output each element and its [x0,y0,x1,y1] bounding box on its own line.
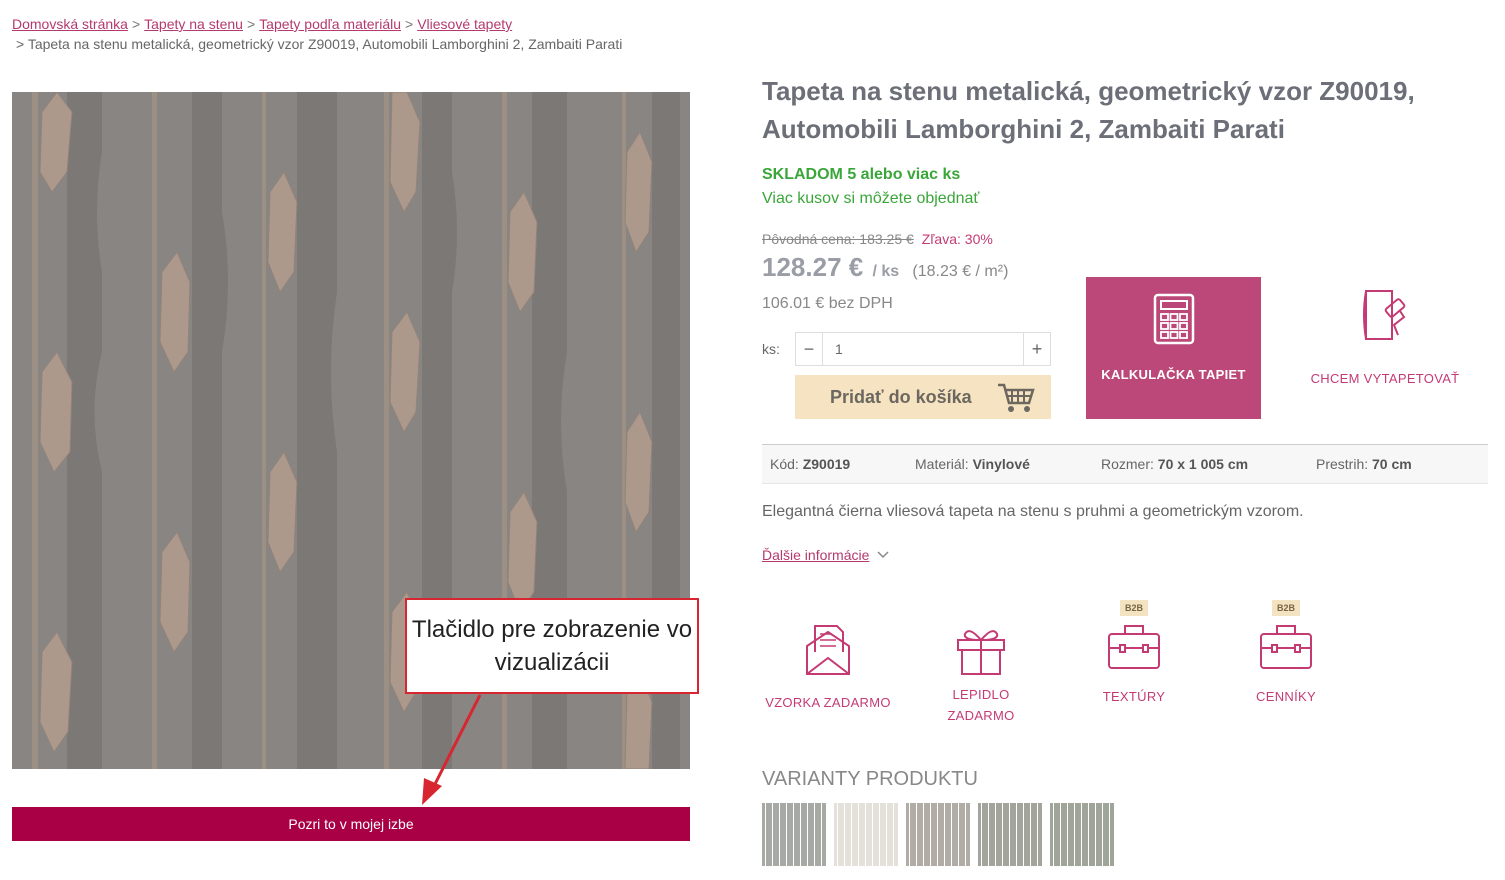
spec-code: Kód: Z90019 [770,456,851,472]
variants-title: VARIANTY PRODUKTU [762,768,978,790]
briefcase-icon [1260,625,1312,669]
free-sample-link[interactable]: VZORKA ZADARMO [758,600,898,713]
add-to-cart-button[interactable]: Pridať do košíka [795,375,1051,419]
shopping-cart-icon [998,383,1035,412]
envelope-letter-icon [806,625,850,675]
wallpapering-service-button[interactable]: CHCEM VYTAPETOVAŤ [1300,287,1470,407]
breadcrumb-wallpapers-link[interactable]: Tapety na stenu [144,16,243,32]
breadcrumb-nonwoven-link[interactable]: Vliesové tapety [417,16,512,32]
variant-swatch[interactable] [1050,803,1114,866]
variant-swatch[interactable] [762,803,826,866]
free-sample-label: VZORKA ZADARMO [765,695,891,710]
breadcrumb-home-link[interactable]: Domovská stránka [12,16,128,32]
discount-label: Zľava: 30% [921,231,993,247]
briefcase-icon [1108,625,1160,669]
spec-size: Rozmer: 70 x 1 005 cm [1101,456,1249,472]
product-title: Tapeta na stenu metalická, geometrický v… [762,76,1415,144]
b2b-badge: B2B [1119,600,1148,616]
quantity-decrease-button[interactable]: − [795,332,823,366]
price-unit: / ks [872,263,900,280]
textures-link[interactable]: B2B TEXTÚRY [1064,600,1204,707]
breadcrumb-separator: > [246,16,256,32]
wallpaper-calculator-button[interactable]: KALKULAČKA TAPIET [1086,277,1261,419]
view-in-room-button[interactable]: Pozri to v mojej izbe [12,807,690,841]
price-net: 106.01 € bez DPH [762,295,893,312]
free-glue-link[interactable]: LEPIDLO ZADARMO [911,600,1051,726]
breadcrumb-separator: > [131,16,141,32]
variant-swatch[interactable] [978,803,1042,866]
price-per-m2: (18.23 € / m²) [912,263,1009,280]
price-row: 128.27 € / ks (18.23 € / m²) [762,252,1008,283]
old-price: Pôvodná cena: 183.25 € [762,231,914,247]
annotation-text: Tlačidlo pre zobrazenie vo vizualizácii [411,616,693,676]
price-lists-label: CENNÍKY [1256,689,1316,704]
b2b-badge: B2B [1271,600,1300,616]
stock-status: SKLADOM 5 alebo viac ks [762,166,961,183]
spec-material: Materiál: Vinylové [915,456,1030,472]
calculator-icon [1153,293,1194,345]
chevron-down-icon [877,551,889,559]
paint-roller-icon [1363,290,1406,340]
more-info-link[interactable]: Ďalšie informácie [762,547,889,563]
old-price-row: Pôvodná cena: 183.25 € Zľava: 30% [762,231,993,247]
breadcrumb-by-material-link[interactable]: Tapety podľa materiálu [259,16,401,32]
quantity-input[interactable] [823,332,1023,366]
add-to-cart-label: Pridať do košíka [830,386,972,407]
spec-repeat: Prestrih: 70 cm [1316,456,1412,472]
annotation-callout: Tlačidlo pre zobrazenie vo vizualizácii [405,598,699,694]
product-description: Elegantná čierna vliesová tapeta na sten… [762,503,1304,520]
breadcrumb-current: > Tapeta na stenu metalická, geometrický… [16,36,623,52]
breadcrumb-separator: > [405,16,414,32]
quantity-label: ks: [762,341,780,357]
free-glue-label: LEPIDLO ZADARMO [947,687,1015,723]
calculator-label: KALKULAČKA TAPIET [1101,367,1246,382]
price-lists-link[interactable]: B2B CENNÍKY [1216,600,1356,707]
product-specs-bar: Kód: Z90019 Materiál: Vinylové Rozmer: 7… [762,444,1488,484]
variant-swatch[interactable] [906,803,970,866]
gift-icon [957,630,1005,675]
quantity-increase-button[interactable]: + [1023,332,1051,366]
stock-note: Viac kusov si môžete objednať [762,190,980,207]
more-info-label: Ďalšie informácie [762,547,870,563]
wallpapering-label: CHCEM VYTAPETOVAŤ [1310,371,1460,386]
breadcrumb: Domovská stránka > Tapety na stenu > Tapety … [12,14,622,54]
price: 128.27 € [762,252,864,282]
variant-swatch[interactable] [834,803,898,866]
textures-label: TEXTÚRY [1102,689,1166,704]
